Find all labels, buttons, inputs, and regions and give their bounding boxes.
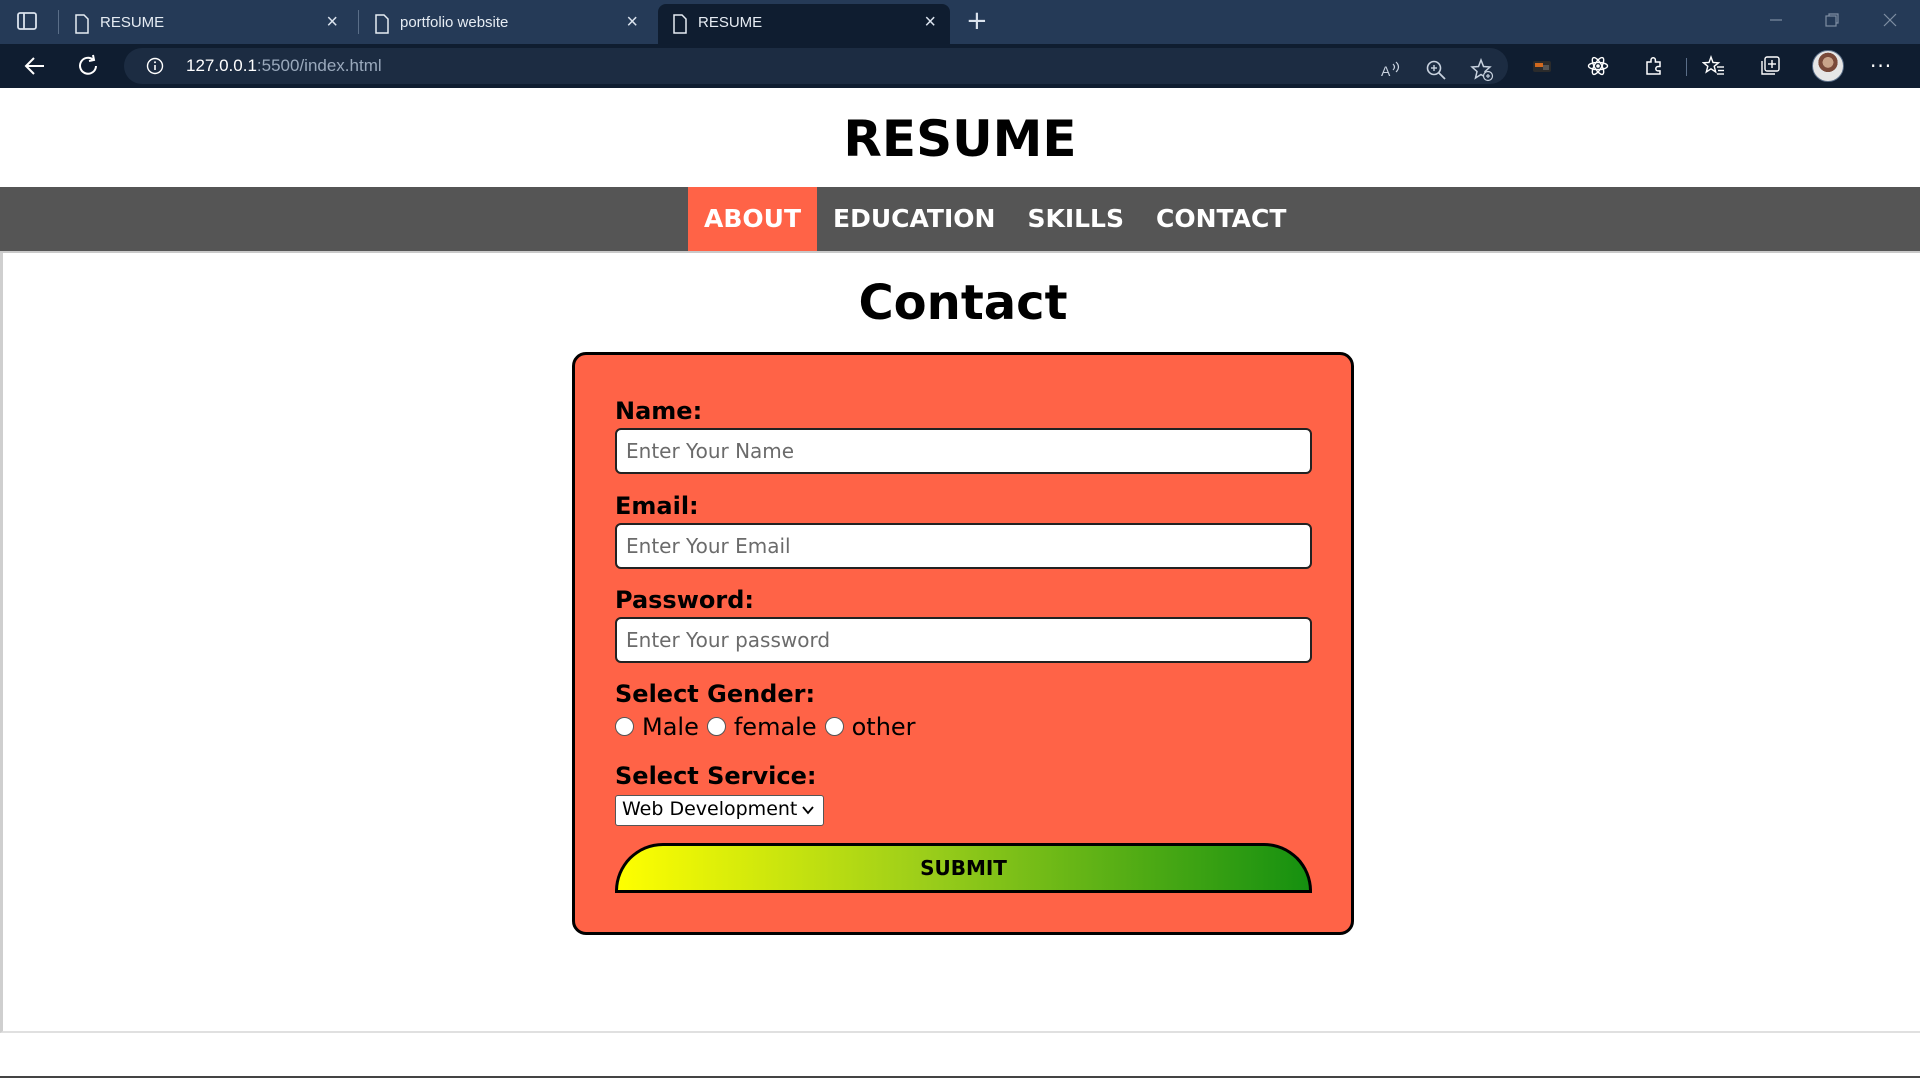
close-window-icon[interactable] bbox=[1880, 10, 1900, 30]
service-select[interactable]: Web Development bbox=[615, 795, 824, 826]
add-favorite-icon[interactable] bbox=[1470, 58, 1494, 82]
gender-option-label: Male bbox=[642, 713, 699, 741]
tab-separator bbox=[358, 10, 359, 34]
tab-resume-1[interactable]: RESUME × bbox=[60, 4, 352, 44]
gender-option-label: female bbox=[733, 713, 817, 741]
password-label: Password: bbox=[615, 586, 754, 614]
nav-contact[interactable]: CONTACT bbox=[1140, 187, 1302, 251]
tab-title: RESUME bbox=[698, 14, 763, 31]
close-icon[interactable]: × bbox=[626, 12, 638, 32]
nav-education[interactable]: EDUCATION bbox=[817, 187, 1011, 251]
gender-option-label: other bbox=[851, 713, 916, 741]
nav-skills[interactable]: SKILLS bbox=[1011, 187, 1140, 251]
page-icon bbox=[673, 14, 687, 34]
read-aloud-icon[interactable]: A bbox=[1378, 58, 1402, 82]
gender-radio-male[interactable] bbox=[615, 716, 634, 736]
tab-resume-active[interactable]: RESUME × bbox=[658, 4, 950, 44]
profile-avatar[interactable] bbox=[1812, 50, 1844, 82]
tab-separator bbox=[58, 10, 59, 34]
extensions-icon[interactable] bbox=[1642, 54, 1666, 78]
contact-form: Name: Email: Password: Select Gender: Ma… bbox=[572, 352, 1354, 935]
close-icon[interactable]: × bbox=[924, 12, 936, 32]
url-field[interactable]: 127.0.0.1:5500/index.html A bbox=[124, 48, 1508, 84]
contact-section: Contact Name: Email: Password: Select Ge… bbox=[0, 253, 1920, 1033]
new-tab-button[interactable]: + bbox=[966, 6, 988, 36]
nav-about[interactable]: ABOUT bbox=[688, 187, 818, 251]
address-bar: 127.0.0.1:5500/index.html A ··· bbox=[0, 44, 1920, 88]
site-title: RESUME bbox=[843, 110, 1077, 168]
email-field[interactable] bbox=[615, 523, 1312, 569]
page-icon bbox=[375, 14, 389, 34]
name-label: Name: bbox=[615, 397, 703, 425]
page-bottom-border bbox=[0, 1076, 1920, 1078]
toolbar-separator bbox=[1686, 58, 1687, 76]
minimize-icon[interactable] bbox=[1766, 10, 1786, 30]
restore-icon[interactable] bbox=[1822, 10, 1842, 30]
password-field[interactable] bbox=[615, 617, 1312, 663]
tab-title: RESUME bbox=[100, 14, 165, 31]
more-icon[interactable]: ··· bbox=[1870, 54, 1892, 78]
submit-button[interactable]: SUBMIT bbox=[615, 843, 1312, 893]
nav-links: ABOUT EDUCATION SKILLS CONTACT bbox=[688, 187, 1302, 251]
tab-title: portfolio website bbox=[400, 14, 509, 31]
service-selected-value: Web Development bbox=[622, 798, 798, 820]
tab-portfolio[interactable]: portfolio website × bbox=[360, 4, 652, 44]
back-arrow-icon[interactable] bbox=[20, 52, 50, 80]
info-icon[interactable] bbox=[146, 57, 164, 75]
browser-tab-bar: RESUME × portfolio website × RESUME × + bbox=[0, 0, 1920, 44]
gender-options: Male female other bbox=[615, 713, 924, 741]
chevron-down-icon bbox=[802, 806, 814, 815]
close-icon[interactable]: × bbox=[326, 12, 338, 32]
zoom-icon[interactable] bbox=[1424, 58, 1448, 82]
tab-actions-icon[interactable] bbox=[14, 9, 40, 33]
gender-radio-female[interactable] bbox=[706, 716, 726, 736]
favorites-icon[interactable] bbox=[1702, 54, 1726, 78]
gender-label: Select Gender: bbox=[615, 680, 816, 708]
service-label: Select Service: bbox=[615, 762, 817, 790]
url-host: 127.0.0.1 bbox=[186, 56, 257, 75]
page-icon bbox=[75, 14, 89, 34]
top-navigation: ABOUT EDUCATION SKILLS CONTACT bbox=[0, 187, 1920, 253]
section-title: Contact bbox=[858, 275, 1068, 331]
refresh-icon[interactable] bbox=[74, 52, 104, 80]
react-devtools-icon[interactable] bbox=[1586, 54, 1610, 78]
name-field[interactable] bbox=[615, 428, 1312, 474]
extension-icon[interactable] bbox=[1530, 54, 1554, 78]
url-text: 127.0.0.1:5500/index.html bbox=[186, 56, 382, 76]
gender-radio-other[interactable] bbox=[824, 716, 844, 736]
url-path: :5500/index.html bbox=[256, 56, 382, 75]
svg-text:A: A bbox=[1381, 63, 1391, 79]
collections-icon[interactable] bbox=[1758, 54, 1782, 78]
email-label: Email: bbox=[615, 492, 699, 520]
web-page: RESUME ABOUT EDUCATION SKILLS CONTACT Co… bbox=[0, 88, 1920, 1080]
